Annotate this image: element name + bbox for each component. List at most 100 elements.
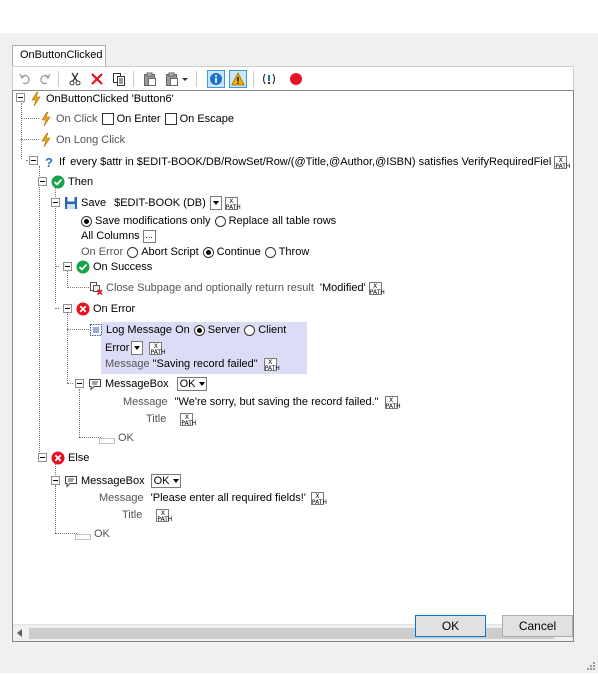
messagebox-label: MessageBox bbox=[105, 378, 169, 390]
messagebox-title-label: Title bbox=[146, 413, 167, 425]
event-on-long-click[interactable]: On Long Click bbox=[39, 132, 125, 148]
paste-icon[interactable] bbox=[141, 70, 159, 88]
cancel-button[interactable]: Cancel bbox=[502, 615, 573, 637]
horizontal-scrollbar[interactable] bbox=[13, 624, 573, 641]
messagebox-label: MessageBox bbox=[81, 475, 145, 487]
delete-icon[interactable] bbox=[88, 70, 106, 88]
log-icon bbox=[89, 323, 103, 337]
xpath-button[interactable]: X PATH bbox=[554, 155, 570, 169]
xpath-button[interactable]: X PATH bbox=[263, 357, 280, 371]
messagebox-node[interactable]: MessageBox OK bbox=[64, 473, 181, 489]
on-escape-checkbox[interactable] bbox=[164, 113, 177, 125]
copy-icon[interactable] bbox=[110, 70, 128, 88]
warning-icon[interactable] bbox=[229, 70, 247, 88]
xpath-button[interactable]: X PATH bbox=[149, 341, 166, 355]
collapse-toggle[interactable] bbox=[63, 262, 72, 271]
record-icon[interactable] bbox=[287, 70, 305, 88]
collapse-toggle[interactable] bbox=[51, 198, 60, 207]
message-bubble-icon bbox=[64, 474, 78, 488]
log-level-row: Error X PATH bbox=[105, 340, 166, 356]
close-subpage-icon bbox=[89, 281, 103, 296]
xpath-button[interactable]: X PATH bbox=[384, 395, 401, 409]
on-click-label: On Click bbox=[56, 113, 98, 125]
replace-all-radio[interactable] bbox=[214, 215, 226, 227]
close-subpage-value[interactable]: 'Modified' bbox=[320, 280, 366, 296]
then-node[interactable]: Then bbox=[51, 174, 93, 190]
log-level-dropdown[interactable] bbox=[131, 341, 144, 355]
save-node[interactable]: Save $EDIT-BOOK (DB) X PATH bbox=[64, 195, 241, 211]
log-message-value[interactable]: "Saving record failed" bbox=[153, 356, 258, 372]
tree-root-event[interactable]: OnButtonClicked 'Button6' bbox=[29, 91, 174, 107]
on-error-node-label: On Error bbox=[93, 303, 136, 315]
undo-icon[interactable] bbox=[16, 70, 34, 88]
throw-radio[interactable] bbox=[264, 246, 276, 258]
lightning-icon bbox=[39, 111, 53, 127]
collapse-toggle[interactable] bbox=[75, 379, 84, 388]
on-enter-label: On Enter bbox=[116, 113, 161, 125]
event-on-click[interactable]: On Click On Enter On Escape bbox=[39, 111, 234, 127]
replace-all-label: Replace all table rows bbox=[228, 215, 337, 227]
messagebox-ok-label: OK bbox=[94, 528, 110, 540]
breakpoint-toggle-icon[interactable] bbox=[260, 70, 278, 88]
resize-grip-icon[interactable] bbox=[586, 661, 596, 671]
collapse-toggle[interactable] bbox=[29, 156, 38, 165]
messagebox-message-value[interactable]: "We're sorry, but saving the record fail… bbox=[175, 394, 379, 410]
tree-root-label: OnButtonClicked 'Button6' bbox=[46, 93, 174, 105]
collapse-toggle[interactable] bbox=[38, 177, 47, 186]
else-label: Else bbox=[68, 452, 90, 464]
else-node[interactable]: Else bbox=[51, 450, 89, 466]
xpath-button[interactable]: X PATH bbox=[180, 412, 196, 426]
save-modifications-label: Save modifications only bbox=[95, 215, 211, 227]
log-message-node[interactable]: Log Message On Server Client bbox=[89, 322, 286, 338]
cut-icon[interactable] bbox=[66, 70, 84, 88]
ok-button[interactable]: OK bbox=[415, 615, 486, 637]
collapse-toggle[interactable] bbox=[63, 304, 72, 313]
on-error-node[interactable]: On Error bbox=[76, 301, 135, 317]
redo-icon[interactable] bbox=[36, 70, 54, 88]
collapse-toggle[interactable] bbox=[16, 93, 25, 102]
lightning-icon bbox=[39, 132, 53, 148]
if-expression[interactable]: every $attr in $EDIT-BOOK/DB/RowSet/Row/… bbox=[70, 154, 551, 170]
messagebox-ok-branch[interactable]: OK bbox=[99, 430, 134, 446]
save-source-dropdown[interactable] bbox=[209, 196, 222, 210]
messagebox-message-value[interactable]: 'Please enter all required fields!' bbox=[151, 490, 306, 506]
server-radio[interactable] bbox=[193, 324, 205, 336]
messagebox-node[interactable]: MessageBox OK bbox=[88, 376, 207, 392]
xpath-button[interactable]: X PATH bbox=[310, 491, 327, 505]
log-message-label: Log Message On bbox=[106, 324, 190, 336]
xpath-button[interactable]: X PATH bbox=[368, 281, 385, 295]
paste-special-icon[interactable] bbox=[163, 70, 181, 88]
all-columns-row: All Columns ... bbox=[81, 228, 156, 244]
messagebox-ok-label: OK bbox=[118, 432, 134, 444]
messagebox-type-select[interactable]: OK bbox=[150, 474, 181, 488]
continue-label: Continue bbox=[216, 246, 261, 258]
abort-script-radio[interactable] bbox=[127, 246, 139, 258]
error-circle-icon bbox=[76, 302, 90, 316]
client-radio[interactable] bbox=[244, 324, 256, 336]
close-subpage-node[interactable]: Close Subpage and optionally return resu… bbox=[89, 280, 385, 296]
messagebox-ok-branch[interactable]: OK bbox=[75, 526, 110, 542]
if-node[interactable]: ? If every $attr in $EDIT-BOOK/DB/RowSet… bbox=[42, 154, 570, 170]
collapse-toggle[interactable] bbox=[38, 453, 47, 462]
tab-onbuttonclicked[interactable]: OnButtonClicked bbox=[12, 45, 106, 66]
save-modifications-radio[interactable] bbox=[81, 215, 92, 227]
close-subpage-label: Close Subpage and optionally return resu… bbox=[106, 282, 314, 294]
continue-radio[interactable] bbox=[202, 246, 214, 258]
save-mode-options: Save modifications only Replace all tabl… bbox=[77, 213, 336, 229]
xpath-button[interactable]: X PATH bbox=[224, 196, 241, 210]
collapse-toggle[interactable] bbox=[51, 476, 60, 485]
chevron-down-icon[interactable] bbox=[180, 70, 190, 88]
check-circle-icon bbox=[76, 260, 90, 274]
info-icon[interactable] bbox=[207, 70, 225, 88]
all-columns-browse-button[interactable]: ... bbox=[142, 229, 156, 243]
on-error-label: On Error bbox=[81, 246, 124, 258]
save-source-select[interactable]: $EDIT-BOOK (DB) bbox=[112, 196, 210, 210]
xpath-button[interactable]: X PATH bbox=[156, 508, 172, 522]
scroll-left-icon[interactable] bbox=[17, 629, 22, 637]
messagebox-message-row: Message 'Please enter all required field… bbox=[99, 490, 327, 506]
lightning-icon bbox=[29, 91, 43, 107]
on-click-checkbox[interactable] bbox=[101, 113, 114, 125]
toolbar bbox=[12, 66, 574, 91]
on-success-node[interactable]: On Success bbox=[76, 259, 152, 275]
messagebox-type-select[interactable]: OK bbox=[176, 377, 207, 391]
